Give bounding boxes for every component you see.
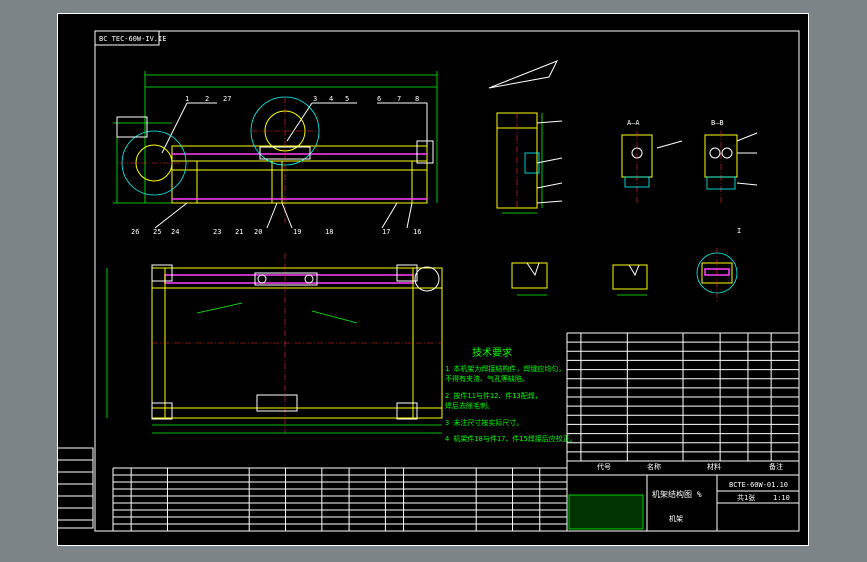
- callout-2: 2: [205, 95, 209, 103]
- section-label-b: B—B: [711, 119, 724, 127]
- callout-16: 16: [413, 228, 421, 236]
- callout-24: 24: [171, 228, 179, 236]
- tech-line-5: 3 未注尺寸按实际尺寸。: [445, 418, 523, 427]
- section-label-a: A—A: [627, 119, 640, 127]
- section-a-a: A—A: [621, 119, 683, 203]
- outer-border: [57, 13, 809, 546]
- tb-scale: 1:10: [773, 494, 790, 502]
- section-b-b: B—B: [704, 119, 758, 203]
- tb-remarks-label: 备注: [769, 462, 783, 471]
- tech-line-4: 焊后去除毛刺。: [445, 401, 494, 410]
- detail-views-row: I: [511, 227, 741, 303]
- plan-view: [106, 253, 443, 434]
- tb-part-title: 机架: [669, 514, 683, 523]
- callout-3: 3: [313, 95, 317, 103]
- callout-21: 21: [235, 228, 243, 236]
- tb-code-label: 代号: [597, 462, 611, 471]
- callout-5: 5: [345, 95, 349, 103]
- callout-23: 23: [213, 228, 221, 236]
- callout-20: 20: [254, 228, 262, 236]
- tech-title: 技术要求: [472, 346, 512, 359]
- callout-18: 18: [325, 228, 333, 236]
- front-view-callouts: 1 2 27 3 4 5 6 7 8 26 25 24 23 21 20 19 …: [131, 95, 421, 236]
- tb-sheet: 共1张: [737, 493, 755, 502]
- callout-17: 17: [382, 228, 390, 236]
- parts-list-right: [566, 332, 800, 462]
- tech-line-2: 不得有夹渣、气孔等缺陷。: [445, 374, 529, 383]
- tech-line-1: 1 本机架为焊接结构件，焊缝应均匀，: [445, 364, 565, 373]
- front-view: [113, 71, 438, 229]
- tech-line-6: 4 机架件18与件17、件15焊接后应校正。: [445, 434, 577, 443]
- tb-ref-number: BCTE-60W-01.10: [729, 481, 788, 489]
- tech-line-3: 2 按件11与件12、件13配焊，: [445, 391, 542, 400]
- drawing-canvas: BC TEC-60W-IV.IE 1 2 27 3 4 5 6 7 8 26 2…: [57, 13, 809, 546]
- revision-block: [57, 447, 94, 529]
- callout-19: 19: [293, 228, 301, 236]
- tech-requirements: 技术要求 1 本机架为焊接结构件，焊缝应均匀， 不得有夹渣、气孔等缺陷。 2 按…: [445, 346, 577, 443]
- callout-4: 4: [329, 95, 333, 103]
- tb-material-label: 材料: [707, 462, 721, 471]
- callout-8: 8: [415, 95, 419, 103]
- frame-border: [94, 30, 800, 532]
- tb-name-label: 名称: [647, 462, 661, 471]
- parts-list-bottom: [112, 467, 568, 532]
- callout-27: 27: [223, 95, 231, 103]
- section-label-i: I: [737, 227, 741, 235]
- callout-6: 6: [377, 95, 381, 103]
- side-view: [488, 60, 563, 214]
- callout-1: 1: [185, 95, 189, 103]
- tb-big-title: 机架结构图 %: [652, 489, 702, 499]
- title-block: 代号 名称 材料 备注 BCTE-60W-01.10 机架结构图 % 机架 共1…: [566, 460, 800, 532]
- drawing-number: BC TEC-60W-IV.IE: [99, 35, 166, 43]
- callout-26: 26: [131, 228, 139, 236]
- callout-25: 25: [153, 228, 161, 236]
- cad-drawing-viewport[interactable]: BC TEC-60W-IV.IE 1 2 27 3 4 5 6 7 8 26 2…: [57, 13, 809, 546]
- callout-7: 7: [397, 95, 401, 103]
